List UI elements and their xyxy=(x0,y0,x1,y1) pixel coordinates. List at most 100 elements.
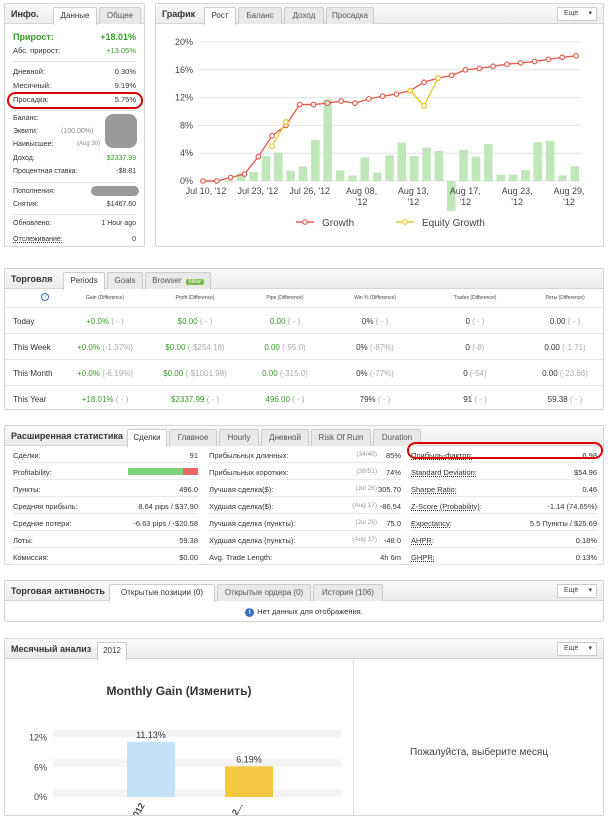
column-header[interactable]: Gain (Difference) xyxy=(65,295,145,301)
cell-value: 0.00 xyxy=(264,343,280,352)
stat-label: Лоты: xyxy=(13,536,33,545)
stat-label[interactable]: Expectancy: xyxy=(411,519,452,528)
stat-value: -48.0 xyxy=(383,536,401,545)
cell-diff: ( - ) xyxy=(206,395,220,404)
period-row: This Year +18.01% ( - ) $2337.99 ( - ) 496.… xyxy=(5,385,603,411)
y-tick-label: 16% xyxy=(175,65,193,75)
stat-row: Сделки: 91 xyxy=(13,446,198,463)
legend-label: Growth xyxy=(322,218,354,229)
tab-main[interactable]: Главное xyxy=(169,429,217,446)
tab-profit[interactable]: Доход xyxy=(284,7,324,24)
stat-row: Прибыльных длинных: (34/40) 85% xyxy=(209,446,401,463)
y-tick-label: 12% xyxy=(175,93,193,103)
info-icon: i xyxy=(245,608,255,617)
tab-periods[interactable]: Periods xyxy=(63,272,105,290)
tab-open-positions[interactable]: Открытые позиции (0) xyxy=(109,584,215,602)
column-header[interactable]: Win % (Difference) xyxy=(335,295,415,301)
stat-value: 0.46 xyxy=(582,485,597,494)
column-header[interactable]: Trades (Difference) xyxy=(435,295,515,301)
stat-date: (Jul 26) xyxy=(355,485,377,492)
cell-diff: (-6.19%) xyxy=(102,369,133,378)
stat-label[interactable]: GHPR: xyxy=(411,553,435,562)
period-row: Today +0.0% ( - ) $0.00 ( - ) 0.00 ( - ) 0% … xyxy=(5,307,603,333)
monthly-gain-chart[interactable]: Monthly Gain (Изменить) 12% 6% 0% 11.13% Jul … xyxy=(5,659,353,815)
stat-value: 75.0 xyxy=(386,519,401,528)
stat-label[interactable]: Standard Deviation: xyxy=(411,468,477,477)
stat-label: Комиссия: xyxy=(13,553,49,562)
cell-value: 0% xyxy=(356,343,368,352)
column-header[interactable]: Лоты (Difference) xyxy=(525,295,605,301)
monthly-header: Месячный анализ 2012 Ещё xyxy=(5,639,603,660)
stat-value: 0.13% xyxy=(575,553,597,562)
tab-2012[interactable]: 2012 xyxy=(97,642,127,660)
data-point xyxy=(241,171,248,177)
tab-general[interactable]: Общее xyxy=(99,7,141,24)
interest-value: -$8.81 xyxy=(116,168,136,175)
monthly-more-dropdown[interactable]: Ещё xyxy=(557,642,597,656)
cell-diff: ( - ) xyxy=(474,395,487,404)
column-header[interactable]: Profit (Difference) xyxy=(155,295,235,301)
select-month-hint: Пожалуйста, выберите месяц xyxy=(409,747,549,758)
cell-pips: 0.00 ( - ) xyxy=(240,317,330,326)
stat-label[interactable]: AHPR: xyxy=(411,536,434,545)
hidden-deposits-blur xyxy=(91,186,139,196)
stat-label[interactable]: Sharpe Ratio: xyxy=(411,485,457,494)
tracking-link[interactable]: Отслеживание: xyxy=(13,236,63,243)
stat-label[interactable]: Z-Score (Probability): xyxy=(411,502,482,511)
cell-diff: (-$1001.98) xyxy=(185,369,227,378)
tab-history[interactable]: История (106) xyxy=(313,584,383,601)
daily-bar xyxy=(397,142,407,181)
stat-row: Пункты: 496.0 xyxy=(13,480,198,497)
daily-bar xyxy=(409,155,419,181)
tab-data[interactable]: Данные xyxy=(53,7,97,25)
cell-win: 79% ( - ) xyxy=(330,395,420,404)
period-label: This Week xyxy=(13,343,51,352)
x-tick-label: Aug 23, '12 xyxy=(502,186,533,207)
tab-open-orders[interactable]: Открытые ордера (0) xyxy=(217,584,311,601)
graph-more-dropdown[interactable]: Ещё xyxy=(557,7,597,21)
tab-growth[interactable]: Рост xyxy=(204,7,236,25)
stats-body: Сделки: 91 Profitability: Пункты: 496.0 Средн… xyxy=(5,446,603,565)
info-header: Инфо. Данные Общее xyxy=(5,4,144,25)
daily-bar xyxy=(496,174,506,181)
tab-risk-of-ruin[interactable]: Risk Of Ruin xyxy=(311,429,371,446)
stat-value: $0.00 xyxy=(179,553,198,562)
stat-row: Z-Score (Probability): -1.14 (74.65%) xyxy=(411,497,597,514)
daily-bar xyxy=(335,170,345,181)
data-point xyxy=(282,119,289,125)
cell-value: 0% xyxy=(361,317,374,326)
highest-label: Наивысшее: xyxy=(13,141,54,148)
cell-diff: (-8) xyxy=(472,343,485,352)
activity-more-dropdown[interactable]: Ещё xyxy=(557,584,597,598)
stat-row: Прибыльных коротких: (38/51) 74% xyxy=(209,463,401,480)
period-label: This Month xyxy=(13,369,53,378)
cell-diff: (-315.0) xyxy=(279,369,308,378)
stat-label: Avg. Trade Length: xyxy=(209,553,273,562)
stat-value: -86.54 xyxy=(379,502,401,511)
stat-row: Средняя прибыль: 8.64 pips / $37.90 xyxy=(13,497,198,514)
data-point xyxy=(269,143,275,150)
cell-value: 0 xyxy=(465,343,470,352)
abs-gain-value: +13.05% xyxy=(106,46,136,55)
stat-label: Пункты: xyxy=(13,485,41,494)
cell-value: 0% xyxy=(356,369,368,378)
column-header[interactable]: Pips (Difference) xyxy=(245,295,325,301)
tab-goals[interactable]: Goals xyxy=(107,272,143,289)
data-point xyxy=(531,58,538,65)
stat-row: Лучшая сделка (пункты): (Jul 26) 75.0 xyxy=(209,514,401,531)
data-point xyxy=(200,178,206,184)
data-point xyxy=(476,65,483,72)
cell-diff: ( - ) xyxy=(567,317,581,326)
cell-lots: 59.38 ( - ) xyxy=(520,395,608,404)
info-panel: Инфо. Данные Общее Прирост: +18.01% Абс.… xyxy=(4,3,145,247)
tab-drawdown[interactable]: Просадка xyxy=(326,7,374,24)
tab-trades[interactable]: Сделки xyxy=(127,429,167,447)
drawdown-highlight xyxy=(7,92,143,109)
tab-hourly[interactable]: Hourly xyxy=(219,429,259,446)
tab-browser[interactable]: Browser New xyxy=(145,272,211,289)
cell-value: +0.0% xyxy=(86,317,110,326)
tab-balance[interactable]: Баланс xyxy=(238,7,282,24)
daily-bar xyxy=(434,151,444,181)
cell-gain: +0.0% ( - ) xyxy=(60,317,150,326)
tab-daily[interactable]: Дневной xyxy=(261,429,309,446)
